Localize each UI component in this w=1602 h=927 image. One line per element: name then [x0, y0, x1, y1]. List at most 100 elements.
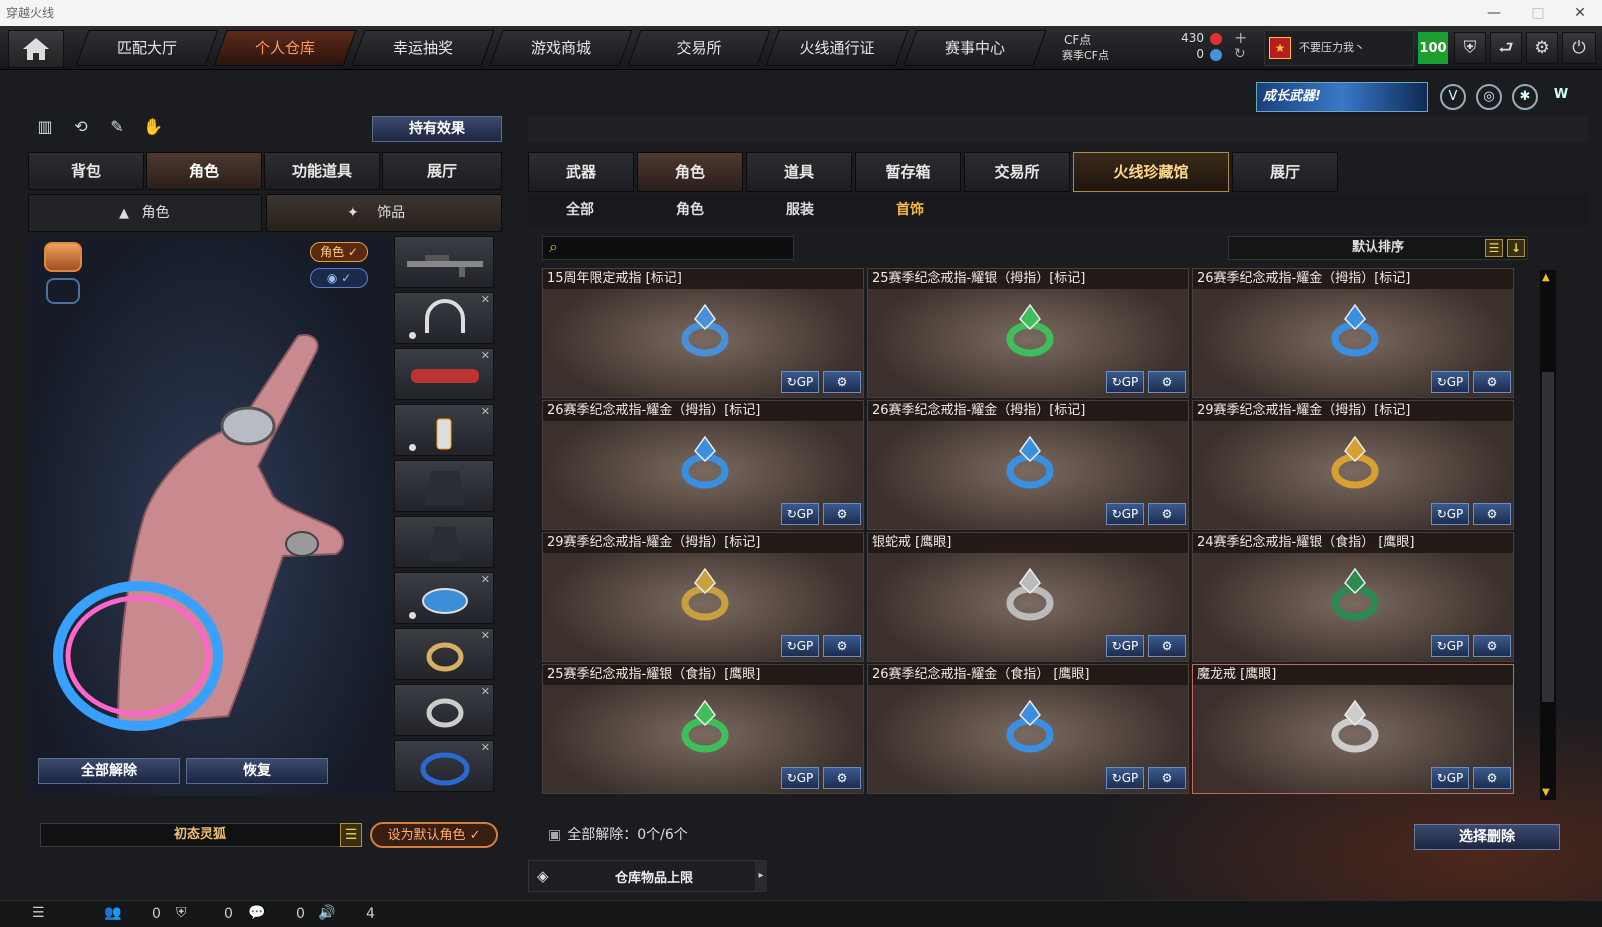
inv-tab-character[interactable]: 角色: [637, 152, 743, 192]
left-tab-character[interactable]: 角色: [146, 152, 262, 190]
promo-banner[interactable]: 成长武器!: [1256, 82, 1428, 112]
close-button[interactable]: ✕: [1558, 0, 1602, 26]
nav-tab-shop[interactable]: 游戏商城: [489, 30, 633, 66]
item-settings-button[interactable]: ⚙: [1148, 635, 1186, 657]
inv-tab-items[interactable]: 道具: [746, 152, 852, 192]
item-card[interactable]: 26赛季纪念戒指-耀金（拇指）[标记] ↻GP ⚙: [1192, 268, 1514, 398]
inv-tab-weapons[interactable]: 武器: [528, 152, 634, 192]
nav-tab-pass[interactable]: 火线通行证: [765, 30, 909, 66]
maximize-button[interactable]: □: [1516, 0, 1560, 26]
item-card[interactable]: 15周年限定戒指 [标记] ↻GP ⚙: [542, 268, 864, 398]
item-settings-button[interactable]: ⚙: [823, 503, 861, 525]
filter-character[interactable]: 角色: [650, 198, 730, 222]
item-card[interactable]: 29赛季纪念戒指-耀金（拇指）[标记] ↻GP ⚙: [1192, 400, 1514, 530]
slot-vest[interactable]: [394, 460, 494, 512]
shield-icon[interactable]: ⛨: [1454, 32, 1486, 64]
subtab-accessory[interactable]: ✦ 饰品: [266, 194, 502, 232]
item-card[interactable]: 26赛季纪念戒指-耀金（食指） [鹰眼] ↻GP ⚙: [867, 664, 1189, 794]
fox-badge-icon[interactable]: [44, 242, 82, 272]
item-settings-button[interactable]: ⚙: [1148, 767, 1186, 789]
expand-icon[interactable]: ▸: [755, 861, 767, 891]
power-icon[interactable]: ⏻: [1562, 32, 1596, 64]
minimize-button[interactable]: —: [1472, 0, 1516, 26]
slot-bracelet[interactable]: ✕: [394, 572, 494, 624]
item-scrollbar[interactable]: ▲ ▼: [1540, 270, 1556, 800]
gp-recycle-button[interactable]: ↻GP: [1431, 635, 1469, 657]
item-card[interactable]: 25赛季纪念戒指-耀银（拇指）[标记] ↻GP ⚙: [867, 268, 1189, 398]
item-settings-button[interactable]: ⚙: [823, 371, 861, 393]
search-box[interactable]: ⌕: [542, 236, 794, 260]
alt-badge-icon[interactable]: [46, 278, 80, 304]
inv-tab-showroom[interactable]: 展厅: [1232, 152, 1338, 192]
item-settings-button[interactable]: ⚙: [1148, 503, 1186, 525]
slot-glasses[interactable]: ✕: [394, 348, 494, 400]
gp-recycle-button[interactable]: ↻GP: [1106, 503, 1144, 525]
effects-button[interactable]: 持有效果: [372, 116, 502, 142]
scroll-thumb[interactable]: [1542, 372, 1554, 702]
slot-weapon[interactable]: [394, 236, 494, 288]
rotate-icon[interactable]: ⟲: [68, 114, 94, 140]
inv-tab-exchange[interactable]: 交易所: [964, 152, 1070, 192]
promo-w-icon[interactable]: W: [1548, 84, 1574, 110]
promo-star-icon[interactable]: ✱: [1512, 84, 1538, 110]
sort-dropdown[interactable]: 默认排序 ☰ ↓: [1228, 236, 1528, 260]
slot-body[interactable]: [394, 516, 494, 568]
item-card[interactable]: 魔龙戒 [鹰眼] ↻GP ⚙: [1192, 664, 1514, 794]
stats-icon[interactable]: ▥: [32, 114, 58, 140]
set-default-button[interactable]: 设为默认角色 ✓: [370, 822, 498, 848]
list-icon[interactable]: ☰: [1485, 239, 1503, 257]
eye-toggle[interactable]: ◉ ✓: [310, 268, 368, 288]
promo-globe-icon[interactable]: ◎: [1476, 84, 1502, 110]
item-card[interactable]: 26赛季纪念戒指-耀金（拇指）[标记] ↻GP ⚙: [542, 400, 864, 530]
filter-clothing[interactable]: 服装: [760, 198, 840, 222]
item-card[interactable]: 26赛季纪念戒指-耀金（拇指）[标记] ↻GP ⚙: [867, 400, 1189, 530]
slot-ring-3[interactable]: ✕: [394, 740, 494, 792]
item-settings-button[interactable]: ⚙: [823, 635, 861, 657]
nav-tab-inventory[interactable]: 个人仓库: [213, 30, 357, 66]
gp-recycle-button[interactable]: ↻GP: [1431, 371, 1469, 393]
menu-icon[interactable]: ☰: [32, 905, 45, 921]
nav-tab-lottery[interactable]: 幸运抽奖: [351, 30, 495, 66]
return-icon[interactable]: ⮐: [1490, 32, 1522, 64]
character-preview[interactable]: 角色 ✓ ◉ ✓ 全部解除 恢复: [28, 236, 392, 796]
character-pill[interactable]: 角色 ✓: [310, 242, 368, 262]
storage-capacity-bar[interactable]: ◈ 仓库物品上限 ▸: [528, 860, 767, 892]
inv-tab-collection[interactable]: 火线珍藏馆: [1073, 152, 1229, 192]
left-tab-showroom[interactable]: 展厅: [382, 152, 502, 190]
home-button[interactable]: [8, 30, 64, 68]
gp-recycle-button[interactable]: ↻GP: [781, 767, 819, 789]
gp-recycle-button[interactable]: ↻GP: [1106, 635, 1144, 657]
gp-recycle-button[interactable]: ↻GP: [1106, 371, 1144, 393]
item-settings-button[interactable]: ⚙: [1148, 371, 1186, 393]
rank-panel[interactable]: ★ 不要压力我丶: [1264, 30, 1414, 66]
refresh-cf-button[interactable]: ↻: [1234, 46, 1246, 62]
sort-arrow-icon[interactable]: ↓: [1507, 239, 1525, 257]
item-settings-button[interactable]: ⚙: [1473, 635, 1511, 657]
scroll-up-icon[interactable]: ▲: [1542, 272, 1550, 283]
item-settings-button[interactable]: ⚙: [1473, 503, 1511, 525]
item-card[interactable]: 29赛季纪念戒指-耀金（拇指）[标记] ↻GP ⚙: [542, 532, 864, 662]
gp-recycle-button[interactable]: ↻GP: [1431, 767, 1469, 789]
inv-tab-storage[interactable]: 暂存箱: [855, 152, 961, 192]
scroll-down-icon[interactable]: ▼: [1542, 787, 1550, 798]
chat-icon[interactable]: 💬: [248, 905, 265, 921]
friends-icon[interactable]: 👥: [104, 905, 121, 921]
unequip-all-button[interactable]: 全部解除: [38, 758, 180, 784]
subtab-character[interactable]: ▲ 角色: [28, 194, 262, 232]
delete-selected-button[interactable]: 选择删除: [1414, 824, 1560, 850]
item-settings-button[interactable]: ⚙: [1473, 371, 1511, 393]
nav-tab-exchange[interactable]: 交易所: [627, 30, 771, 66]
slot-headgear[interactable]: ✕: [394, 292, 494, 344]
gp-recycle-button[interactable]: ↻GP: [1431, 503, 1469, 525]
filter-all[interactable]: 全部: [540, 198, 620, 222]
left-tab-tools[interactable]: 功能道具: [264, 152, 380, 190]
settings-icon[interactable]: ⚙: [1526, 32, 1558, 64]
edit-icon[interactable]: ✎: [104, 114, 130, 140]
gp-recycle-button[interactable]: ↻GP: [1106, 767, 1144, 789]
slot-ring-1[interactable]: ✕: [394, 628, 494, 680]
filter-jewelry[interactable]: 首饰: [870, 198, 950, 222]
slot-ring-2[interactable]: ✕: [394, 684, 494, 736]
add-cf-button[interactable]: +: [1234, 28, 1247, 47]
hand-icon[interactable]: ✋: [140, 114, 166, 140]
gp-recycle-button[interactable]: ↻GP: [781, 371, 819, 393]
